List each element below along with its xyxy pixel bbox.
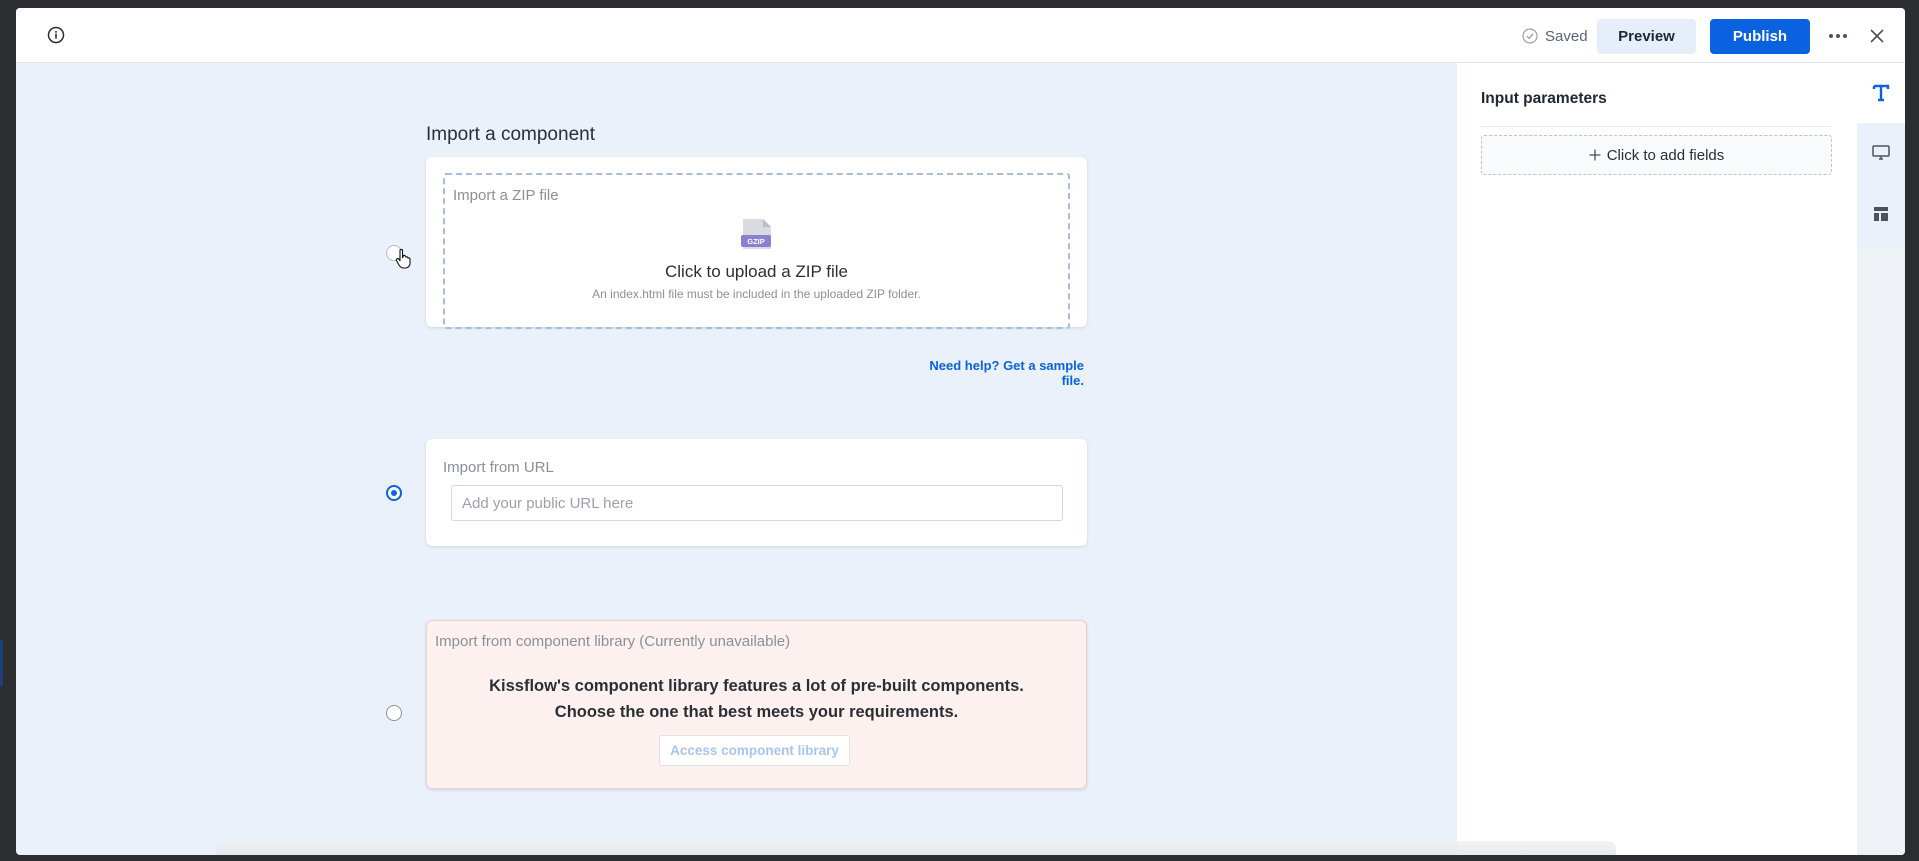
check-circle-icon <box>1522 28 1538 44</box>
input-parameters-panel: Input parameters Click to add fields <box>1457 63 1905 855</box>
rail-layout-tab[interactable] <box>1857 194 1905 234</box>
upload-title: Click to upload a ZIP file <box>665 262 848 281</box>
bottom-shadow-decoration <box>216 841 1616 855</box>
library-description-line1: Kissflow's component library features a … <box>489 677 1024 695</box>
panel-divider <box>1481 126 1832 127</box>
preview-button[interactable]: Preview <box>1597 19 1696 54</box>
add-fields-label: Click to add fields <box>1606 146 1725 164</box>
radio-url-option[interactable] <box>386 485 402 501</box>
library-import-card: Import from component library (Currently… <box>426 620 1087 789</box>
monitor-icon <box>1872 145 1890 160</box>
add-fields-button[interactable]: Click to add fields <box>1481 135 1832 175</box>
page-title: Import a component <box>426 124 595 145</box>
publish-button[interactable]: Publish <box>1710 19 1810 54</box>
zip-option-label: Import a ZIP file <box>453 187 559 204</box>
url-input[interactable] <box>451 485 1063 521</box>
access-library-button: Access component library <box>659 735 850 766</box>
text-icon <box>1872 84 1890 102</box>
component-editor-modal: Saved Preview Publish Import a component… <box>16 8 1905 855</box>
plus-icon <box>1589 149 1601 161</box>
rail-text-tab[interactable] <box>1857 63 1905 123</box>
hand-cursor-icon <box>395 248 411 269</box>
saved-status: Saved <box>1522 26 1588 46</box>
zip-import-card: Import a ZIP file GZIP Click to upload a… <box>426 157 1087 329</box>
sample-file-link[interactable]: Need help? Get a sample file. <box>916 358 1084 388</box>
library-option-label: Import from component library (Currently… <box>435 633 791 650</box>
url-import-card: Import from URL <box>426 439 1087 546</box>
background-edge-indicator <box>0 640 3 686</box>
side-rail <box>1857 63 1905 855</box>
panel-title: Input parameters <box>1481 90 1607 107</box>
radio-library-option[interactable] <box>386 705 402 721</box>
saved-label: Saved <box>1545 27 1588 45</box>
upload-hint: An index.html file must be included in t… <box>592 287 921 301</box>
zip-dropzone[interactable]: Import a ZIP file GZIP Click to upload a… <box>443 173 1070 329</box>
more-icon[interactable] <box>1827 27 1849 45</box>
library-description-line2: Choose the one that best meets your requ… <box>554 703 959 721</box>
rail-monitor-tab[interactable] <box>1857 133 1905 173</box>
layout-icon <box>1874 207 1888 221</box>
rail-empty-area <box>1857 248 1905 855</box>
top-bar: Saved Preview Publish <box>16 8 1905 63</box>
info-icon[interactable] <box>46 25 66 45</box>
gzip-badge: GZIP <box>747 237 765 246</box>
close-icon[interactable] <box>1868 27 1886 45</box>
url-option-label: Import from URL <box>443 459 554 476</box>
gzip-file-icon: GZIP <box>741 219 771 249</box>
